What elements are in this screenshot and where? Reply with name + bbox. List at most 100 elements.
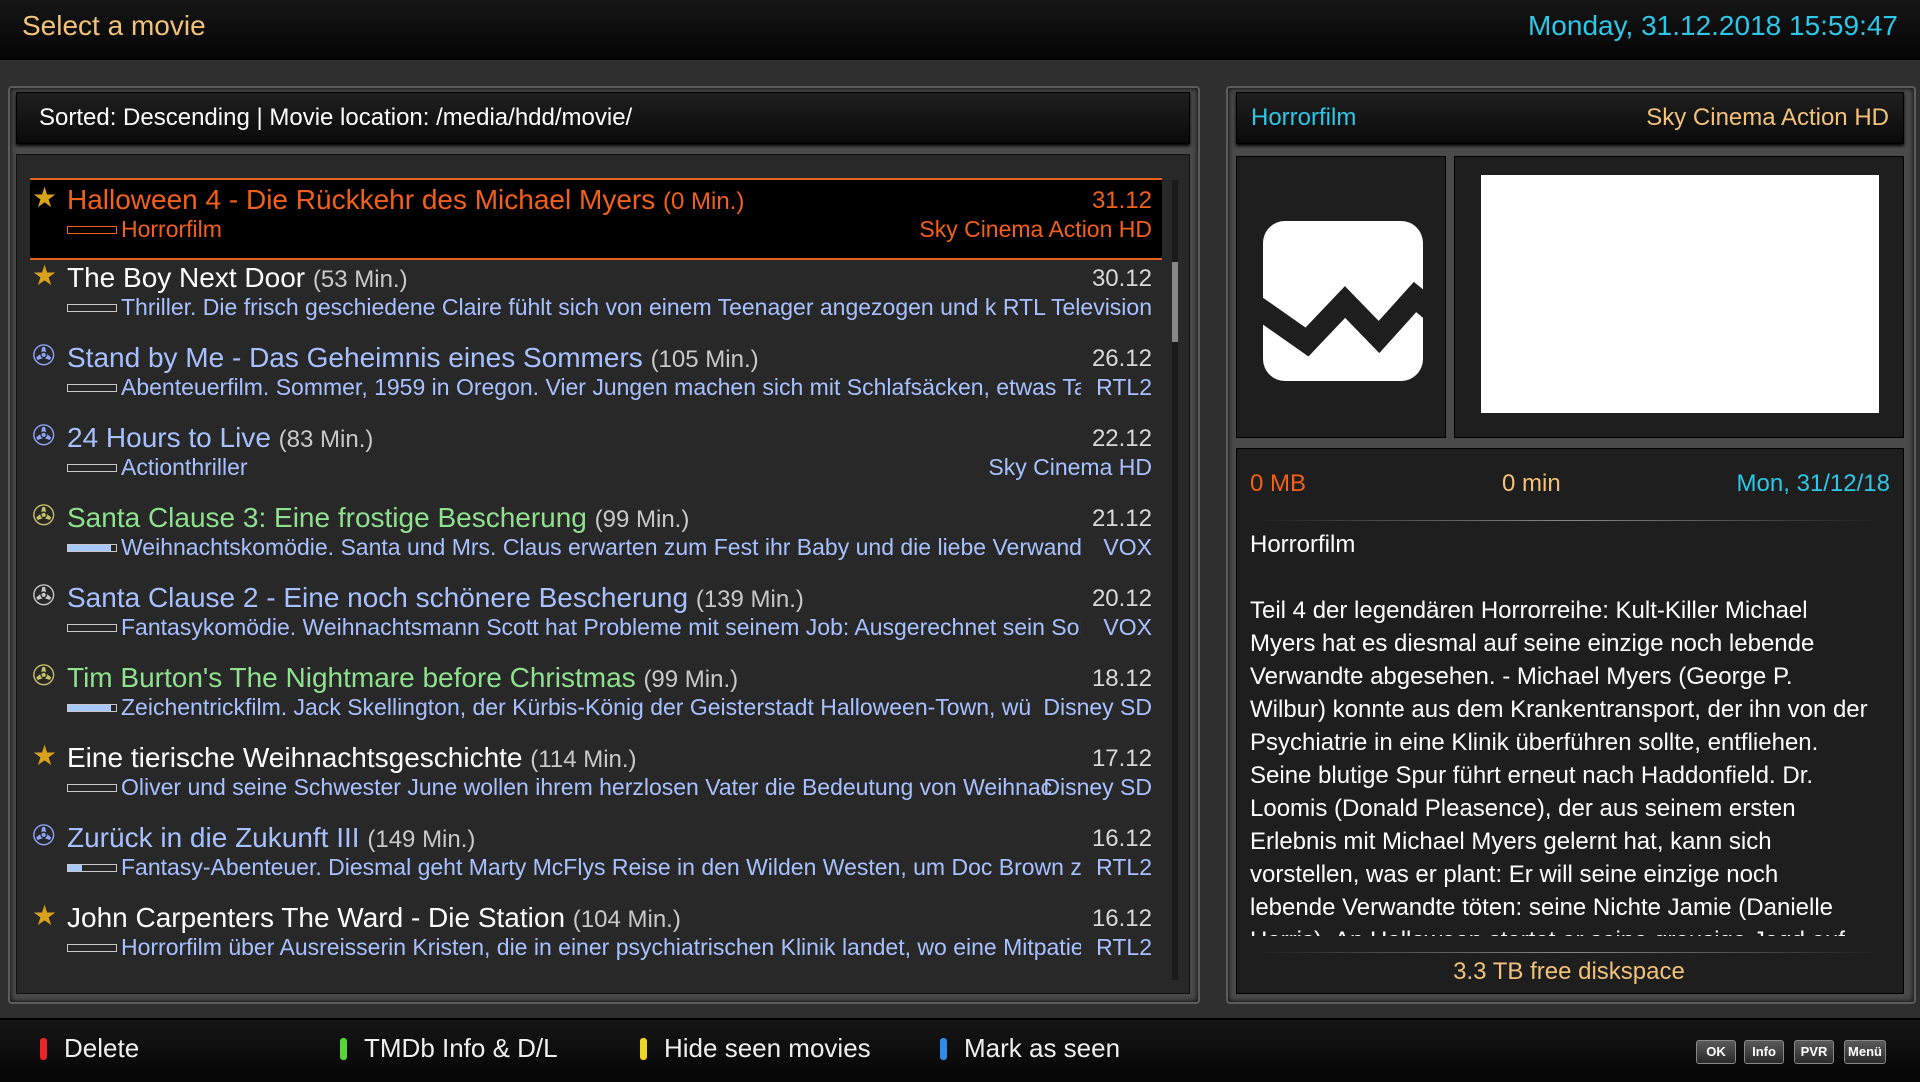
list-scrollbar[interactable] xyxy=(1172,180,1178,980)
movie-row[interactable]: ★ Halloween 4 - Die Rückkehr des Michael … xyxy=(30,178,1162,260)
movie-title-text: Santa Clause 2 - Eine noch schönere Besc… xyxy=(67,582,689,613)
movie-date: 16.12 xyxy=(1091,905,1152,932)
progress-bar xyxy=(67,784,117,792)
movie-length: 0 min xyxy=(1502,470,1561,497)
film-reel-seen-icon: ✇ xyxy=(32,660,56,691)
movie-date: 30.12 xyxy=(1091,265,1152,292)
bottom-bar xyxy=(0,1018,1920,1082)
movie-title-text: Stand by Me - Das Geheimnis eines Sommer… xyxy=(67,342,643,373)
recording-date: Mon, 31/12/18 xyxy=(1736,470,1890,497)
movie-row[interactable]: ✇ Stand by Me - Das Geheimnis eines Somme… xyxy=(30,338,1162,416)
movie-row[interactable]: ★ John Carpenters The Ward - Die Station … xyxy=(30,898,1162,976)
movie-channel: Sky Cinema HD xyxy=(988,454,1152,480)
movie-duration: (104 Min.) xyxy=(572,906,681,933)
progress-bar xyxy=(67,864,117,872)
key-label: Hide seen movies xyxy=(664,1033,871,1063)
progress-fill xyxy=(68,705,112,711)
detail-genre: Horrorfilm xyxy=(1251,104,1357,131)
star-icon: ★ xyxy=(32,900,58,931)
description-scroll[interactable]: Horrorfilm Teil 4 der legendären Horrorr… xyxy=(1250,528,1870,936)
movie-row[interactable]: ✇ Santa Clause 2 - Eine noch schönere Bes… xyxy=(30,578,1162,656)
star-icon: ★ xyxy=(32,740,58,771)
movie-description: Thriller. Die frisch geschiedene Claire … xyxy=(121,294,997,320)
movie-title: Tim Burton's The Nightmare before Christ… xyxy=(67,662,738,694)
description-text: Teil 4 der legendären Horrorreihe: Kult-… xyxy=(1250,597,1868,936)
movie-channel: Disney SD xyxy=(1043,694,1152,720)
movie-title: Zurück in die Zukunft III (149 Min.) xyxy=(67,822,475,854)
movie-date: 22.12 xyxy=(1091,425,1152,452)
red-key-icon xyxy=(40,1038,47,1060)
info-button[interactable]: Info xyxy=(1744,1040,1784,1064)
movie-date: 18.12 xyxy=(1091,665,1152,692)
movie-row[interactable]: ✇ Zurück in die Zukunft III (149 Min.) 16.… xyxy=(30,818,1162,896)
movie-channel: RTL2 xyxy=(1096,374,1152,400)
movie-description: Fantasykomödie. Weihnachtsmann Scott hat… xyxy=(121,614,1081,640)
ok-button[interactable]: OK xyxy=(1696,1040,1736,1064)
movie-duration: (99 Min.) xyxy=(594,506,690,533)
movie-description: Zeichentrickfilm. Jack Skellington, der … xyxy=(121,694,1032,720)
movie-channel: VOX xyxy=(1103,534,1152,560)
key-label: Delete xyxy=(64,1033,140,1063)
progress-bar xyxy=(67,704,117,712)
movie-row[interactable]: ✇ Santa Clause 3: Eine frostige Bescherun… xyxy=(30,498,1162,576)
film-reel-icon: ✇ xyxy=(32,820,56,851)
list-header: Sorted: Descending | Movie location: /me… xyxy=(16,92,1190,144)
movie-description: Oliver und seine Schwester June wollen i… xyxy=(121,774,1053,800)
movie-channel: VOX xyxy=(1103,614,1152,640)
movie-title: John Carpenters The Ward - Die Station (… xyxy=(67,902,681,934)
menu-button[interactable]: Menü xyxy=(1844,1040,1886,1064)
star-icon: ★ xyxy=(32,260,58,291)
movie-row[interactable]: ✇ 24 Hours to Live (83 Min.) 22.12 Actionth… xyxy=(30,418,1162,496)
scrollbar-thumb[interactable] xyxy=(1172,262,1178,342)
movie-title: Eine tierische Weihnachtsgeschichte (114… xyxy=(67,742,637,774)
movie-description: Weihnachtskomödie. Santa und Mrs. Claus … xyxy=(121,534,1081,560)
movie-date: 17.12 xyxy=(1091,745,1152,772)
movie-title: Santa Clause 2 - Eine noch schönere Besc… xyxy=(67,582,804,614)
movie-duration: (99 Min.) xyxy=(643,666,739,693)
progress-fill xyxy=(68,545,112,551)
movie-title: The Boy Next Door (53 Min.) xyxy=(67,262,408,294)
progress-bar xyxy=(67,544,117,552)
movie-channel: Disney SD xyxy=(1043,774,1152,800)
movie-channel: Sky Cinema Action HD xyxy=(919,216,1152,242)
cover-image xyxy=(1481,175,1879,413)
movie-title-text: Zurück in die Zukunft III xyxy=(67,822,360,853)
file-size: 0 MB xyxy=(1250,470,1307,497)
movie-date: 20.12 xyxy=(1091,585,1152,612)
movie-title-text: John Carpenters The Ward - Die Station xyxy=(67,902,566,933)
movie-description: Abenteuerfilm. Sommer, 1959 in Oregon. V… xyxy=(121,374,1081,400)
film-reel-seen-icon: ✇ xyxy=(32,500,56,531)
progress-bar xyxy=(67,226,117,234)
movie-title-text: Halloween 4 - Die Rückkehr des Michael M… xyxy=(67,184,656,215)
movie-title: 24 Hours to Live (83 Min.) xyxy=(67,422,373,454)
movie-duration: (139 Min.) xyxy=(695,586,804,613)
movie-channel: RTL Television xyxy=(1002,294,1152,320)
cover-box xyxy=(1454,156,1904,438)
movie-title: Stand by Me - Das Geheimnis eines Sommer… xyxy=(67,342,759,374)
movie-row[interactable]: ★ The Boy Next Door (53 Min.) 30.12 Thrille… xyxy=(30,258,1162,336)
movie-title-text: 24 Hours to Live xyxy=(67,422,271,453)
movie-duration: (0 Min.) xyxy=(663,188,745,215)
screen-title: Select a movie xyxy=(22,10,206,41)
clock: Monday, 31.12.2018 15:59:47 xyxy=(1527,10,1898,41)
blue-key-icon xyxy=(940,1038,947,1060)
film-reel-icon: ✇ xyxy=(32,340,56,371)
divider-bottom xyxy=(1256,952,1880,953)
detail-channel: Sky Cinema Action HD xyxy=(1646,104,1889,131)
movie-channel: RTL2 xyxy=(1096,934,1152,960)
pvr-button[interactable]: PVR xyxy=(1794,1040,1834,1064)
movie-duration: (149 Min.) xyxy=(367,826,476,853)
movie-date: 21.12 xyxy=(1091,505,1152,532)
movie-duration: (114 Min.) xyxy=(530,746,637,773)
movie-date: 31.12 xyxy=(1091,187,1152,214)
key-label: TMDb Info & D/L xyxy=(364,1033,558,1063)
sort-location-label: Sorted: Descending | Movie location: /me… xyxy=(39,104,633,131)
disk-free: 3.3 TB free diskspace xyxy=(1453,958,1685,985)
movie-row[interactable]: ✇ Tim Burton's The Nightmare before Chris… xyxy=(30,658,1162,736)
movie-date: 26.12 xyxy=(1091,345,1152,372)
movie-channel: RTL2 xyxy=(1096,854,1152,880)
movie-title-text: Tim Burton's The Nightmare before Christ… xyxy=(67,662,636,693)
progress-bar xyxy=(67,624,117,632)
movie-row[interactable]: ★ Eine tierische Weihnachtsgeschichte (11… xyxy=(30,738,1162,816)
movie-title: Santa Clause 3: Eine frostige Bescherung… xyxy=(67,502,689,534)
